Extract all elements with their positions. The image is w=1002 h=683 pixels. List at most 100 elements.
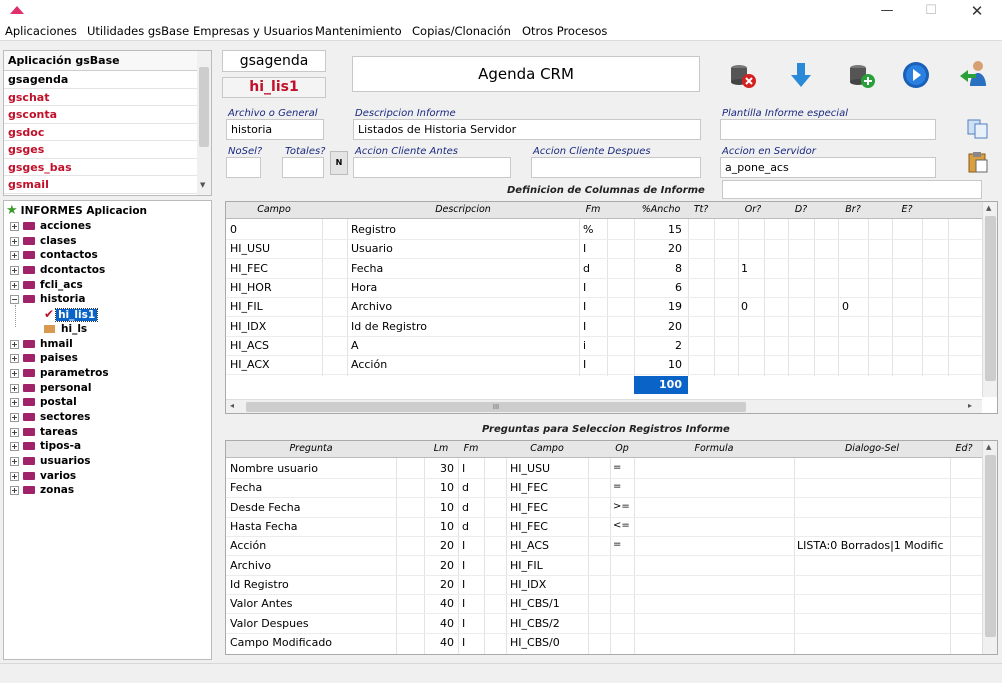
expand-icon[interactable]: + (10, 427, 19, 437)
expand-icon[interactable]: + (10, 339, 19, 349)
tree-node-contactos[interactable]: + contactos (10, 248, 98, 262)
col-cell-campo[interactable]: HI_HOR (230, 281, 272, 294)
tree-node-acciones[interactable]: + acciones (10, 219, 91, 233)
col-cell-ancho[interactable]: 15 (634, 223, 682, 236)
col-cell-campo[interactable]: HI_ACX (230, 358, 270, 371)
tree-node-usuarios[interactable]: + usuarios (10, 454, 91, 468)
expand-icon[interactable]: + (10, 236, 19, 246)
q-cell-fm[interactable]: d (462, 520, 469, 533)
col-cell-campo[interactable]: 0 (230, 223, 237, 236)
tree-node-tipos-a[interactable]: + tipos-a (10, 439, 81, 453)
q-cell-campo[interactable]: HI_FEC (510, 520, 548, 533)
descripcion-field[interactable]: Listados de Historia Servidor (353, 119, 701, 140)
expand-icon[interactable]: + (10, 412, 19, 422)
columns-extra-field[interactable] (722, 180, 982, 199)
close-button[interactable]: ✕ (964, 2, 990, 20)
q-header-campo[interactable]: Campo (506, 443, 588, 454)
q-cell-campo[interactable]: HI_USU (510, 462, 550, 475)
col-cell-br[interactable]: 0 (842, 300, 849, 313)
minimize-button[interactable]: — (874, 2, 900, 20)
app-item[interactable]: gsconta (4, 106, 197, 124)
col-cell-desc[interactable]: Id de Registro (351, 320, 427, 333)
q-cell-campo[interactable]: HI_CBS/0 (510, 636, 560, 649)
q-cell-pregunta[interactable]: Acción (230, 539, 266, 552)
scroll-left-arrow-icon[interactable]: ◂ (230, 401, 234, 410)
col-cell-desc[interactable]: Acción (351, 358, 387, 371)
tree-node-clases[interactable]: + clases (10, 234, 77, 248)
expand-icon[interactable]: + (10, 441, 19, 451)
col-cell-campo[interactable]: HI_IDX (230, 320, 266, 333)
q-header-ed[interactable]: Ed? (950, 443, 978, 454)
q-cell-fm[interactable]: I (462, 597, 465, 610)
totales-field[interactable] (282, 157, 324, 178)
q-cell-op[interactable]: = (613, 462, 621, 473)
columns-hscrollbar[interactable]: ◂ III ▸ (226, 399, 982, 413)
expand-icon[interactable]: + (10, 221, 19, 231)
maximize-button[interactable]: ☐ (918, 2, 944, 20)
q-cell-campo[interactable]: HI_FEC (510, 481, 548, 494)
q-cell-lm[interactable]: 30 (424, 462, 454, 475)
col-cell-desc[interactable]: A (351, 339, 359, 352)
col-cell-ancho[interactable]: 20 (634, 320, 682, 333)
tree-node-sectores[interactable]: + sectores (10, 410, 90, 424)
questions-vscrollbar[interactable]: ▲ (982, 441, 997, 654)
n-button[interactable]: N (330, 151, 348, 175)
q-cell-fm[interactable]: d (462, 501, 469, 514)
q-cell-pregunta[interactable]: Hasta Fecha (230, 520, 298, 533)
app-list-scrollbar[interactable]: ▼ (197, 51, 211, 195)
q-cell-campo[interactable]: HI_FEC (510, 501, 548, 514)
q-cell-pregunta[interactable]: Archivo (230, 559, 271, 572)
report-id-field[interactable]: hi_lis1 (222, 77, 326, 98)
q-header-dialogo[interactable]: Dialogo-Sel (794, 443, 950, 454)
accion-antes-field[interactable] (353, 157, 511, 178)
tree-node-hmail[interactable]: + hmail (10, 337, 73, 351)
col-cell-desc[interactable]: Fecha (351, 262, 383, 275)
tree-node-hi-ls[interactable]: hi_ls (44, 322, 87, 336)
scroll-down-arrow-icon[interactable]: ▼ (200, 181, 205, 189)
col-cell-fm[interactable]: I (583, 281, 586, 294)
tree-node-parametros[interactable]: + parametros (10, 366, 109, 380)
app-item[interactable]: gsdoc (4, 124, 197, 141)
q-cell-lm[interactable]: 20 (424, 578, 454, 591)
collapse-icon[interactable]: − (10, 294, 19, 304)
col-cell-fm[interactable]: i (583, 339, 586, 352)
col-header-ancho[interactable]: %Ancho (634, 204, 688, 215)
tree-node-varios[interactable]: + varios (10, 469, 76, 483)
col-cell-ancho[interactable]: 8 (634, 262, 682, 275)
menu-mantenimiento[interactable]: Mantenimiento (315, 24, 402, 38)
col-header-fm[interactable]: Fm (579, 204, 607, 215)
col-cell-campo[interactable]: HI_FIL (230, 300, 263, 313)
tree-node-historia[interactable]: − historia (10, 292, 85, 306)
tree-node-tareas[interactable]: + tareas (10, 425, 78, 439)
col-cell-ancho[interactable]: 6 (634, 281, 682, 294)
app-item[interactable]: gsges_bas (4, 159, 197, 176)
q-cell-fm[interactable]: I (462, 559, 465, 572)
app-item[interactable]: gschat (4, 89, 197, 106)
plantilla-field[interactable] (720, 119, 936, 140)
scrollbar-thumb[interactable] (985, 216, 996, 381)
q-cell-lm[interactable]: 10 (424, 520, 454, 533)
q-header-formula[interactable]: Formula (634, 443, 794, 454)
expand-icon[interactable]: + (10, 280, 19, 290)
q-header-fm[interactable]: Fm (458, 443, 484, 454)
col-cell-fm[interactable]: I (583, 242, 586, 255)
scrollbar-thumb[interactable] (199, 67, 209, 147)
q-cell-pregunta[interactable]: Fecha (230, 481, 262, 494)
menu-aplicaciones[interactable]: Aplicaciones (5, 24, 77, 38)
col-cell-campo[interactable]: HI_USU (230, 242, 270, 255)
q-cell-pregunta[interactable]: Desde Fecha (230, 501, 300, 514)
scroll-up-arrow-icon[interactable]: ▲ (986, 443, 991, 451)
col-header-br[interactable]: Br? (838, 204, 868, 215)
accion-despues-field[interactable] (531, 157, 701, 178)
expand-icon[interactable]: + (10, 397, 19, 407)
scroll-up-arrow-icon[interactable]: ▲ (986, 204, 991, 212)
tree-root[interactable]: ★ INFORMES Aplicacion (6, 204, 147, 218)
expand-icon[interactable]: + (10, 471, 19, 481)
q-cell-op[interactable]: >= (613, 501, 630, 512)
q-cell-pregunta[interactable]: Nombre usuario (230, 462, 318, 475)
q-cell-fm[interactable]: I (462, 578, 465, 591)
accion-servidor-field[interactable]: a_pone_acs (720, 157, 936, 178)
col-cell-ancho[interactable]: 19 (634, 300, 682, 313)
q-cell-fm[interactable]: d (462, 481, 469, 494)
q-cell-lm[interactable]: 40 (424, 617, 454, 630)
